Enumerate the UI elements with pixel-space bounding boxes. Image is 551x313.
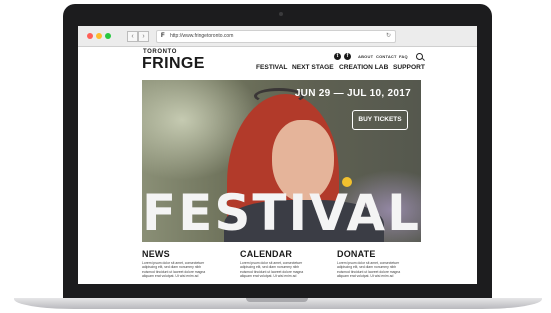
nav-creation-lab[interactable]: CREATION LAB [339, 64, 388, 71]
address-bar[interactable]: F http://www.fringetoronto.com ↻ [156, 30, 396, 43]
nav-festival[interactable]: FESTIVAL [256, 64, 287, 71]
nav-about[interactable]: ABOUT [358, 54, 373, 59]
chevron-right-icon[interactable]: › [138, 31, 149, 42]
buy-tickets-button[interactable]: BUY TICKETS [352, 110, 408, 130]
news-heading[interactable]: NEWS [142, 249, 170, 259]
camera [279, 12, 283, 16]
nav-support[interactable]: SUPPORT [393, 64, 425, 71]
logo-main-text[interactable]: FRINGE [142, 55, 205, 73]
calendar-heading[interactable]: CALENDAR [240, 249, 292, 259]
hero-banner: JUN 29 — JUL 10, 2017 BUY TICKETS FESTIV… [142, 80, 421, 242]
twitter-icon[interactable]: t [334, 53, 341, 60]
facebook-icon[interactable]: f [344, 53, 351, 60]
laptop-screen: ‹ › F http://www.fringetoronto.com ↻ TOR… [78, 26, 477, 284]
nav-contact[interactable]: CONTACT [376, 54, 397, 59]
laptop-notch [246, 298, 308, 302]
minimize-window-button[interactable] [96, 33, 102, 39]
calendar-text: Lorem ipsum dolor sit amet, consectetuer… [240, 261, 304, 279]
site-favicon-icon: F [161, 33, 165, 39]
browser-toolbar: ‹ › F http://www.fringetoronto.com ↻ [78, 26, 477, 47]
news-text: Lorem ipsum dolor sit amet, consectetuer… [142, 261, 206, 279]
search-icon[interactable] [416, 53, 423, 60]
address-url: http://www.fringetoronto.com [170, 33, 234, 39]
donate-heading[interactable]: DONATE [337, 249, 376, 259]
nav-next-stage[interactable]: NEXT STAGE [292, 64, 334, 71]
hero-dates: JUN 29 — JUL 10, 2017 [294, 88, 411, 99]
reload-icon[interactable]: ↻ [386, 31, 391, 42]
close-window-button[interactable] [87, 33, 93, 39]
chevron-left-icon[interactable]: ‹ [127, 31, 138, 42]
hero-title: FESTIVAL [142, 184, 421, 242]
donate-text: Lorem ipsum dolor sit amet, consectetuer… [337, 261, 401, 279]
nav-faq[interactable]: FAQ [399, 54, 408, 59]
maximize-window-button[interactable] [105, 33, 111, 39]
